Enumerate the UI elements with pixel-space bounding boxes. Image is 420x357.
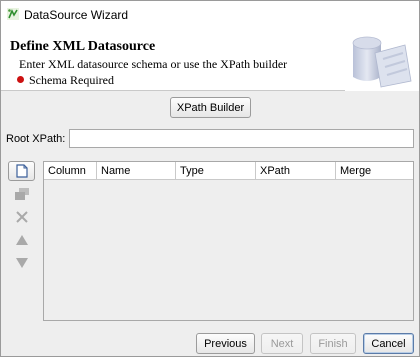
column-header-xpath[interactable]: XPath (256, 162, 336, 180)
column-header-name[interactable]: Name (97, 162, 176, 180)
column-header-column[interactable]: Column (44, 162, 97, 180)
wizard-header: Define XML Datasource Enter XML datasour… (1, 29, 419, 91)
table-header: Column Name Type XPath Merge (44, 162, 413, 180)
columns-table[interactable]: Column Name Type XPath Merge (43, 161, 414, 321)
page-subtitle: Enter XML datasource schema or use the X… (19, 57, 288, 71)
database-banner-icon (345, 29, 419, 91)
move-up-button[interactable] (8, 230, 35, 250)
previous-button[interactable]: Previous (196, 333, 255, 354)
move-up-icon (15, 235, 28, 245)
status-message: Schema Required (17, 73, 114, 88)
datasource-wizard-dialog: DataSource Wizard Define XML Datasource … (0, 0, 420, 357)
root-xpath-input[interactable] (69, 129, 414, 148)
finish-button[interactable]: Finish (310, 333, 356, 354)
move-down-button[interactable] (8, 253, 35, 273)
column-header-merge[interactable]: Merge (336, 162, 413, 180)
new-document-icon (15, 164, 28, 178)
title-bar[interactable]: DataSource Wizard (1, 1, 419, 29)
window-title: DataSource Wizard (24, 8, 129, 22)
error-indicator-icon (17, 76, 24, 83)
xpath-builder-button[interactable]: XPath Builder (170, 97, 251, 118)
cancel-button[interactable]: Cancel (363, 333, 414, 354)
duplicate-row-button[interactable] (8, 184, 35, 204)
add-row-button[interactable] (8, 161, 35, 181)
status-text: Schema Required (29, 73, 114, 87)
column-header-type[interactable]: Type (176, 162, 256, 180)
app-icon (7, 8, 19, 20)
duplicate-icon (14, 188, 29, 200)
move-down-icon (15, 258, 28, 268)
page-title: Define XML Datasource (10, 39, 156, 54)
delete-icon (15, 211, 28, 223)
delete-row-button[interactable] (8, 207, 35, 227)
next-button[interactable]: Next (261, 333, 303, 354)
root-xpath-label: Root XPath: (6, 133, 66, 145)
